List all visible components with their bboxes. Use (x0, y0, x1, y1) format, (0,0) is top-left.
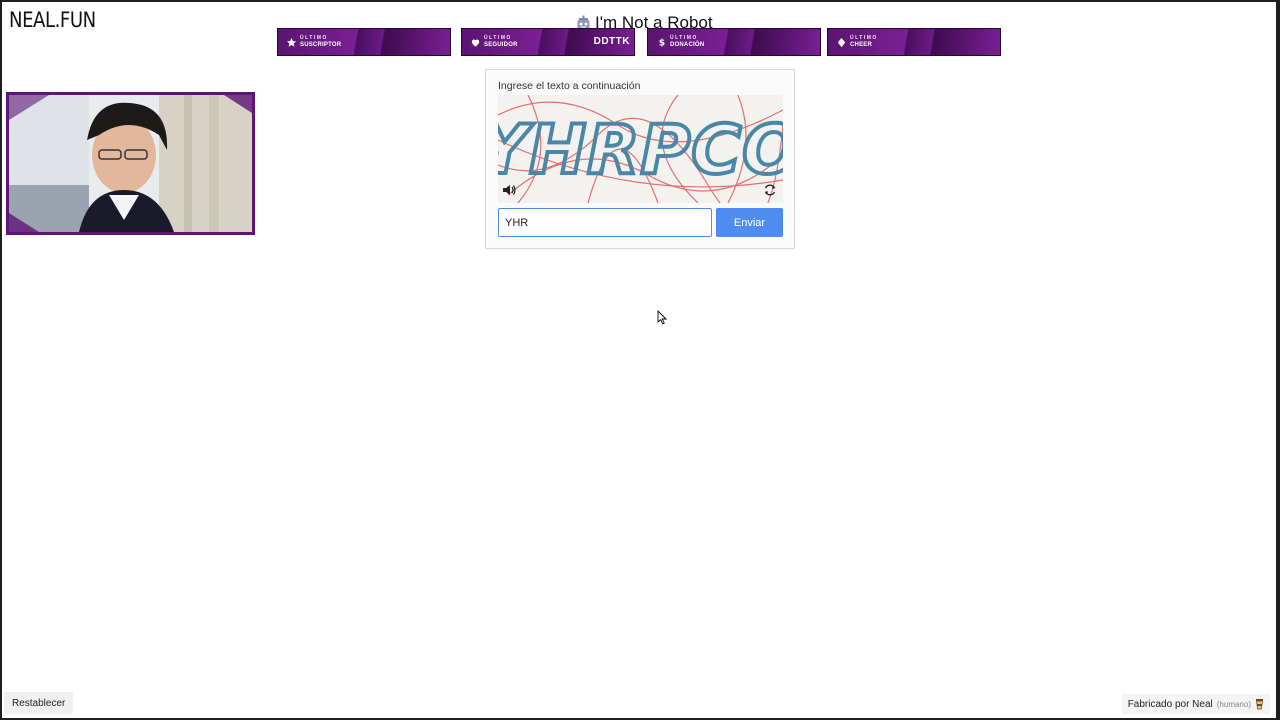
banner-small-label: ÚLTIMO (484, 35, 512, 41)
speaker-icon[interactable] (502, 184, 516, 196)
svg-text:$: $ (658, 37, 664, 47)
captcha-image: YHRPCO (498, 95, 783, 203)
dollar-icon: $ (655, 36, 667, 48)
banner-small-label: ÚLTIMO (300, 35, 328, 41)
captcha-instruction: Ingrese el texto a continuación (498, 80, 641, 92)
refresh-icon[interactable] (763, 183, 777, 197)
banner-big-label: DONACIÓN (670, 42, 705, 48)
banner-big-label: CHEER (850, 42, 873, 48)
mouse-cursor-icon (657, 309, 668, 325)
banner-last-cheer: ÚLTIMO CHEER (827, 28, 1001, 56)
webcam-overlay (6, 92, 255, 235)
captcha-card: Ingrese el texto a continuación YHRPCO (485, 69, 795, 249)
banner-last-subscriber: ÚLTIMO SUSCRIPTOR (277, 28, 451, 56)
credit-note: (humano) (1216, 699, 1251, 709)
reset-button[interactable]: Restablecer (4, 692, 74, 714)
banner-value: DDTTK (593, 36, 630, 47)
banner-small-label: ÚLTIMO (670, 35, 698, 41)
captcha-text: YHRPCO (498, 111, 783, 190)
banner-small-label: ÚLTIMO (850, 35, 878, 41)
captcha-input[interactable] (498, 208, 712, 237)
heart-icon (469, 36, 481, 48)
credit-badge[interactable]: Fabricado por Neal (humano) (1121, 694, 1270, 714)
site-logo[interactable]: NEAL.FUN (9, 8, 96, 32)
banner-last-follower: ÚLTIMO SEGUIDOR DDTTK (461, 28, 635, 56)
banner-last-donation: $ ÚLTIMO DONACIÓN (647, 28, 821, 56)
credit-label: Fabricado por Neal (1127, 698, 1213, 710)
submit-button[interactable]: Enviar (716, 208, 783, 237)
banner-big-label: SUSCRIPTOR (300, 42, 342, 48)
diamond-icon (835, 36, 847, 48)
star-icon (285, 36, 297, 48)
banner-big-label: SEGUIDOR (484, 42, 518, 48)
cup-icon (1255, 698, 1264, 710)
